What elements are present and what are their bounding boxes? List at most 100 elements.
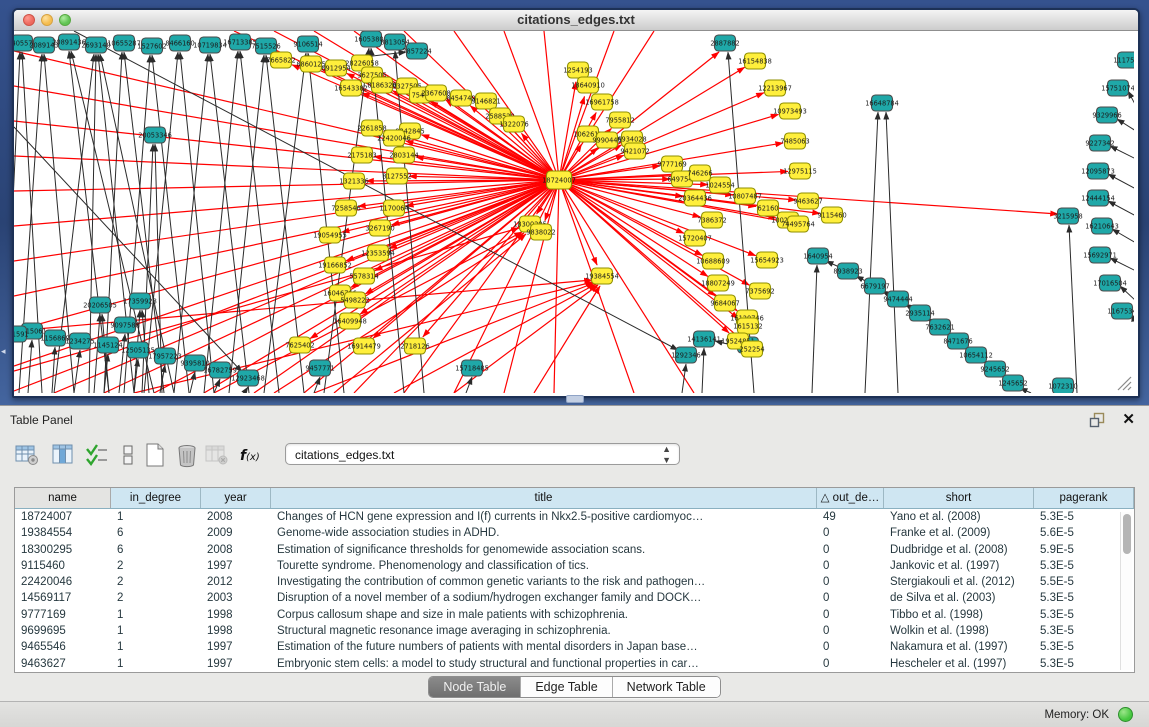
citation-network-graph[interactable]: 1405572208914320891436269314010655287152… — [14, 31, 1134, 393]
table-row[interactable]: 1872400712008Changes of HCN gene express… — [15, 509, 1134, 525]
memory-status-label: Memory: OK — [1044, 709, 1109, 721]
minimize-window-icon[interactable] — [41, 14, 53, 26]
graph-node-label: 9227342 — [1085, 139, 1114, 147]
table-cell: 49 — [817, 509, 884, 525]
table-vertical-scrollbar[interactable] — [1120, 512, 1132, 670]
graph-node-label: 5578314 — [349, 272, 378, 280]
table-body[interactable]: 1872400712008Changes of HCN gene express… — [15, 509, 1134, 672]
table-selector-dropdown[interactable]: citations_edges.txt ▲▼ — [285, 443, 680, 465]
graph-node-label: 9457771 — [305, 364, 334, 372]
graph-node-label: 10655287 — [107, 39, 141, 47]
table-cell: 0 — [817, 656, 884, 672]
graph-node-label: 1322076 — [499, 120, 528, 128]
graph-node-label: 16782759 — [203, 366, 237, 374]
merge-rows-button[interactable] — [113, 440, 143, 470]
graph-node-label: 12975115 — [783, 167, 817, 175]
memory-ok-indicator[interactable] — [1118, 707, 1133, 722]
close-window-icon[interactable] — [23, 14, 35, 26]
graph-node-label: 16914479 — [347, 342, 381, 350]
column-chooser-button[interactable] — [48, 440, 78, 470]
table-cell: Investigating the contribution of common… — [271, 574, 817, 590]
zoom-window-icon[interactable] — [59, 14, 71, 26]
table-header-row[interactable]: namein_degreeyeartitle△ out_de…shortpage… — [15, 488, 1134, 509]
graph-node-label: 9245652 — [980, 365, 1009, 373]
column-header-out-de-[interactable]: △ out_de… — [817, 488, 884, 508]
function-builder-button[interactable]: f (x) — [236, 440, 266, 470]
delete-attribute-button[interactable] — [172, 440, 202, 470]
table-selector-value: citations_edges.txt — [295, 448, 394, 462]
panel-splitter-handle[interactable] — [566, 395, 584, 403]
graph-node-label: 2803144 — [389, 151, 418, 159]
tab-node-table[interactable]: Node Table — [429, 677, 521, 697]
table-cell: 0 — [817, 542, 884, 558]
table-row[interactable]: 2242004622012Investigating the contribut… — [15, 574, 1134, 590]
table-cell: 0 — [817, 590, 884, 606]
graph-node-label: 14136141 — [687, 335, 721, 343]
tab-edge-table[interactable]: Edge Table — [521, 677, 612, 697]
tab-network-table[interactable]: Network Table — [613, 677, 720, 697]
table-cell: 1 — [111, 623, 201, 639]
table-row[interactable]: 1456911722003Disruption of a novel membe… — [15, 590, 1134, 606]
table-row[interactable]: 911546021997Tourette syndrome. Phenomeno… — [15, 558, 1134, 574]
table-cell: Dudbridge et al. (2008) — [884, 542, 1034, 558]
graph-node-label: 5498222 — [340, 296, 369, 304]
new-table-button[interactable] — [140, 440, 170, 470]
network-window[interactable]: citations_edges.txt 14055722089143208914… — [12, 8, 1140, 398]
panel-collapse-arrow-icon[interactable]: ◂ — [1, 346, 6, 357]
graph-node-label: 6934028 — [617, 135, 646, 143]
graph-node-label: 22420046 — [377, 134, 411, 142]
graph-node-label: 1321336 — [339, 177, 368, 185]
table-cell: 1 — [111, 607, 201, 623]
graph-node-label: 7955812 — [605, 116, 634, 124]
table-cell: 5.6E-5 — [1034, 525, 1134, 541]
graph-node-label: 74495764 — [781, 220, 815, 228]
scrollbar-thumb[interactable] — [1123, 514, 1131, 554]
network-view-canvas[interactable]: 1405572208914320891436269314010655287152… — [14, 31, 1134, 393]
network-window-titlebar[interactable]: citations_edges.txt — [14, 10, 1138, 31]
svg-text:(x): (x) — [246, 452, 260, 463]
close-panel-icon[interactable]: ✕ — [1122, 410, 1135, 428]
graph-node-label: 12095873 — [1081, 167, 1115, 175]
table-row[interactable]: 1830029562008Estimation of significance … — [15, 542, 1134, 558]
table-type-tabs: Node TableEdge TableNetwork Table — [0, 673, 1149, 701]
table-cell: 0 — [817, 623, 884, 639]
network-desktop: ◂ citations_edges.txt — [0, 0, 1149, 405]
float-panel-icon[interactable] — [1089, 412, 1105, 428]
table-row[interactable]: 1938455462009Genome-wide association stu… — [15, 525, 1134, 541]
table-cell: Yano et al. (2008) — [884, 509, 1034, 525]
graph-node-label: 7632621 — [925, 323, 954, 331]
graph-node-label: 9474444 — [883, 295, 912, 303]
graph-node-label: 12923468 — [231, 374, 265, 382]
graph-node-label: 19384554 — [585, 272, 619, 280]
table-cell: de Silva et al. (2003) — [884, 590, 1034, 606]
table-toolbar: f (x) citations_edges.txt ▲▼ — [0, 434, 1149, 480]
graph-node-label: 16648784 — [865, 99, 899, 107]
graph-node-label: 18724007 — [542, 176, 576, 184]
graph-node-label: 1254193 — [563, 66, 592, 74]
table-cell: Estimation of significance thresholds fo… — [271, 542, 817, 558]
window-resize-grip[interactable] — [1118, 377, 1131, 390]
node-attribute-table[interactable]: namein_degreeyeartitle△ out_de…shortpage… — [14, 487, 1135, 673]
column-header-name[interactable]: name — [15, 488, 111, 508]
table-cell: 5.3E-5 — [1034, 590, 1134, 606]
column-header-title[interactable]: title — [271, 488, 817, 508]
column-header-short[interactable]: short — [884, 488, 1034, 508]
table-row[interactable]: 969969511998Structural magnetic resonanc… — [15, 623, 1134, 639]
graph-node-label: 1640954 — [803, 252, 832, 260]
graph-node-label: 1615132 — [733, 322, 762, 330]
column-header-pagerank[interactable]: pagerank — [1034, 488, 1134, 508]
graph-node-label: 16154838 — [738, 57, 772, 65]
table-cell: 19384554 — [15, 525, 111, 541]
column-header-in-degree[interactable]: in_degree — [111, 488, 201, 508]
table-row[interactable]: 946362711997Embryonic stem cells: a mode… — [15, 656, 1134, 672]
table-cell: 9699695 — [15, 623, 111, 639]
select-columns-button[interactable] — [82, 440, 112, 470]
column-header-year[interactable]: year — [201, 488, 271, 508]
table-cell: Disruption of a novel member of a sodium… — [271, 590, 817, 606]
table-row[interactable]: 946554611997Estimation of the future num… — [15, 639, 1134, 655]
table-cell: 22420046 — [15, 574, 111, 590]
table-settings-button[interactable] — [12, 440, 42, 470]
table-row[interactable]: 977716911998Corpus callosum shape and si… — [15, 607, 1134, 623]
graph-node-label: 7375692 — [745, 287, 774, 295]
graph-node-label: 12444154 — [1081, 194, 1115, 202]
